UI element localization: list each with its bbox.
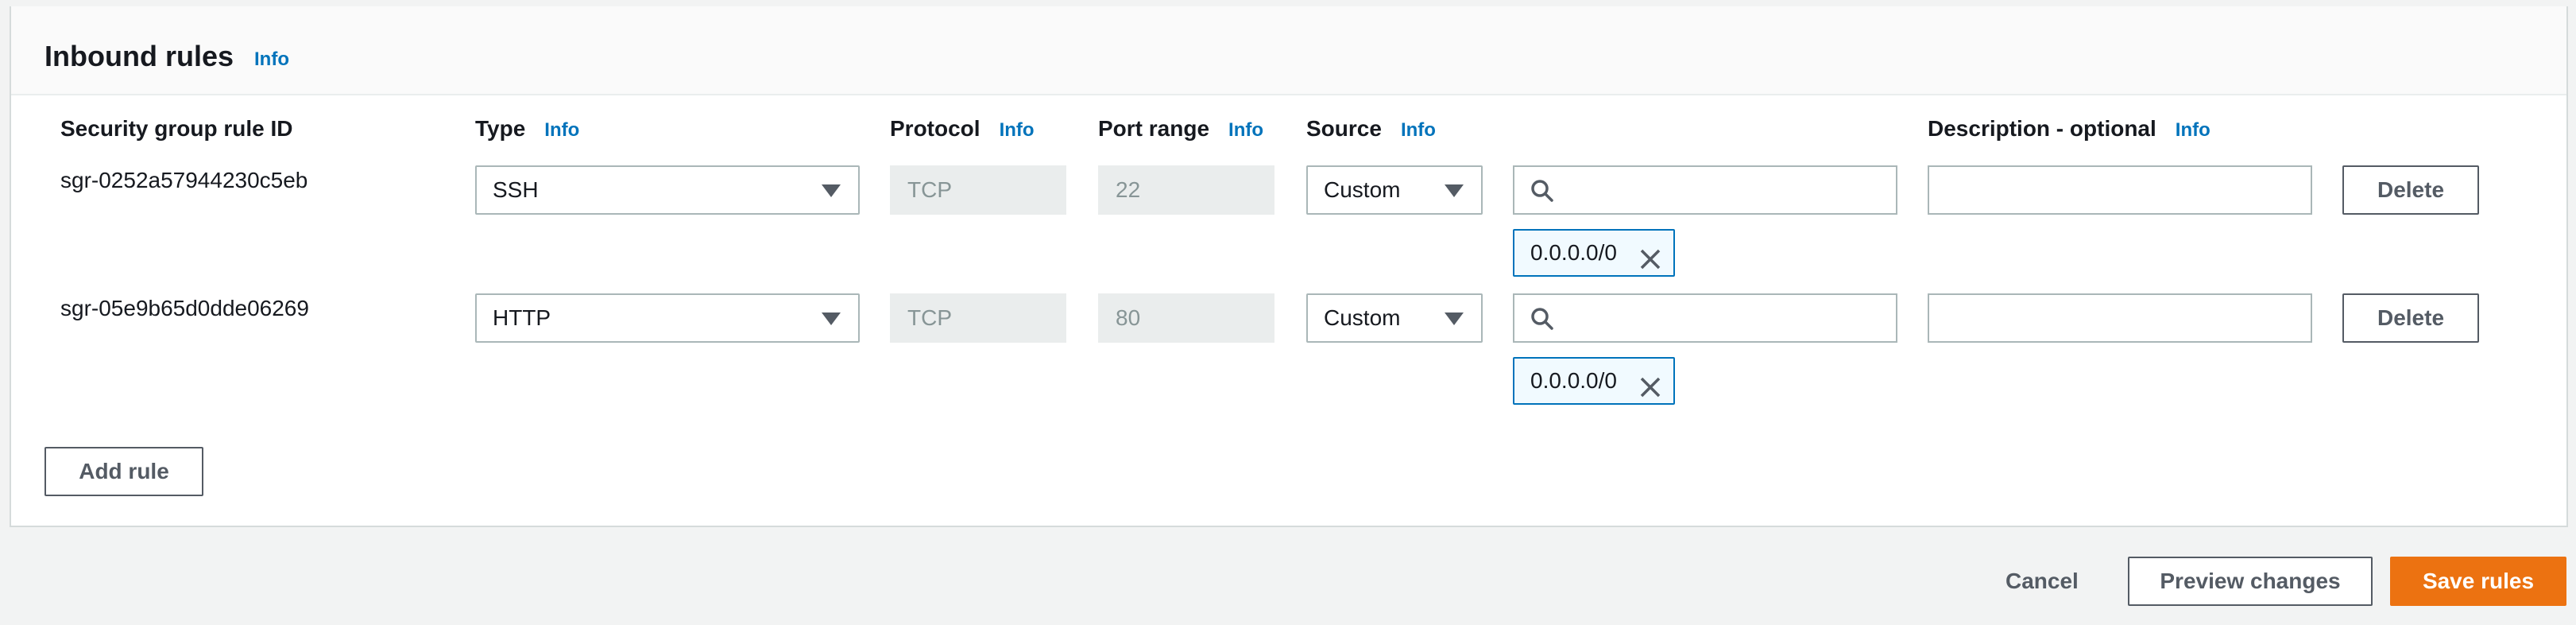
source-cidr-search-input[interactable] xyxy=(1513,293,1897,343)
header-type: Type Info xyxy=(475,116,579,142)
panel-title: Inbound rules xyxy=(44,40,234,72)
close-icon[interactable] xyxy=(1638,370,1662,414)
delete-rule-button[interactable]: Delete xyxy=(2342,165,2479,215)
protocol-info-link[interactable]: Info xyxy=(1000,119,1035,141)
rule-id: sgr-05e9b65d0dde06269 xyxy=(60,296,309,320)
protocol-value: TCP xyxy=(907,305,952,330)
header-source: Source Info xyxy=(1306,116,1436,142)
header-description: Description - optional Info xyxy=(1928,116,2210,142)
source-select-value: Custom xyxy=(1324,305,1401,330)
type-select[interactable]: SSH xyxy=(475,165,860,215)
source-cidr-search-input[interactable] xyxy=(1513,165,1897,215)
panel-header: Inbound rules Info xyxy=(11,6,2566,95)
cidr-token-label: 0.0.0.0/0 xyxy=(1530,368,1617,393)
port-range-value: 22 xyxy=(1116,177,1141,202)
header-rule-id-label: Security group rule ID xyxy=(60,116,293,141)
header-source-label: Source xyxy=(1306,116,1382,141)
protocol-field: TCP xyxy=(890,165,1066,215)
port-range-field: 80 xyxy=(1098,293,1274,343)
protocol-value: TCP xyxy=(907,177,952,202)
header-protocol: Protocol Info xyxy=(890,116,1035,142)
description-info-link[interactable]: Info xyxy=(2176,119,2210,141)
rule-id: sgr-0252a57944230c5eb xyxy=(60,168,308,192)
save-rules-button[interactable]: Save rules xyxy=(2390,557,2566,606)
cidr-token-label: 0.0.0.0/0 xyxy=(1530,240,1617,265)
port-range-field: 22 xyxy=(1098,165,1274,215)
type-select[interactable]: HTTP xyxy=(475,293,860,343)
protocol-field: TCP xyxy=(890,293,1066,343)
delete-rule-button[interactable]: Delete xyxy=(2342,293,2479,343)
description-input[interactable] xyxy=(1928,293,2312,343)
cidr-token: 0.0.0.0/0 xyxy=(1513,229,1675,277)
cancel-button[interactable]: Cancel xyxy=(2005,569,2079,594)
type-select-value: HTTP xyxy=(493,305,551,330)
cidr-token: 0.0.0.0/0 xyxy=(1513,357,1675,405)
caret-down-icon xyxy=(1445,184,1464,197)
type-info-link[interactable]: Info xyxy=(544,119,579,141)
caret-down-icon xyxy=(822,312,841,325)
inbound-rules-panel: Inbound rules Info Security group rule I… xyxy=(10,6,2568,527)
header-rule-id: Security group rule ID xyxy=(60,116,293,142)
panel-info-link[interactable]: Info xyxy=(254,49,289,71)
source-select[interactable]: Custom xyxy=(1306,293,1483,343)
header-description-label: Description - optional xyxy=(1928,116,2156,141)
close-icon[interactable] xyxy=(1638,242,1662,286)
description-input[interactable] xyxy=(1928,165,2312,215)
caret-down-icon xyxy=(1445,312,1464,325)
header-protocol-label: Protocol xyxy=(890,116,981,141)
source-select[interactable]: Custom xyxy=(1306,165,1483,215)
add-rule-button[interactable]: Add rule xyxy=(44,447,203,496)
source-select-value: Custom xyxy=(1324,177,1401,202)
caret-down-icon xyxy=(822,184,841,197)
port-range-info-link[interactable]: Info xyxy=(1228,119,1263,141)
type-select-value: SSH xyxy=(493,177,539,202)
header-port-range: Port range Info xyxy=(1098,116,1263,142)
source-info-link[interactable]: Info xyxy=(1401,119,1436,141)
header-type-label: Type xyxy=(475,116,526,141)
port-range-value: 80 xyxy=(1116,305,1141,330)
preview-changes-button[interactable]: Preview changes xyxy=(2128,557,2373,606)
header-port-range-label: Port range xyxy=(1098,116,1210,141)
